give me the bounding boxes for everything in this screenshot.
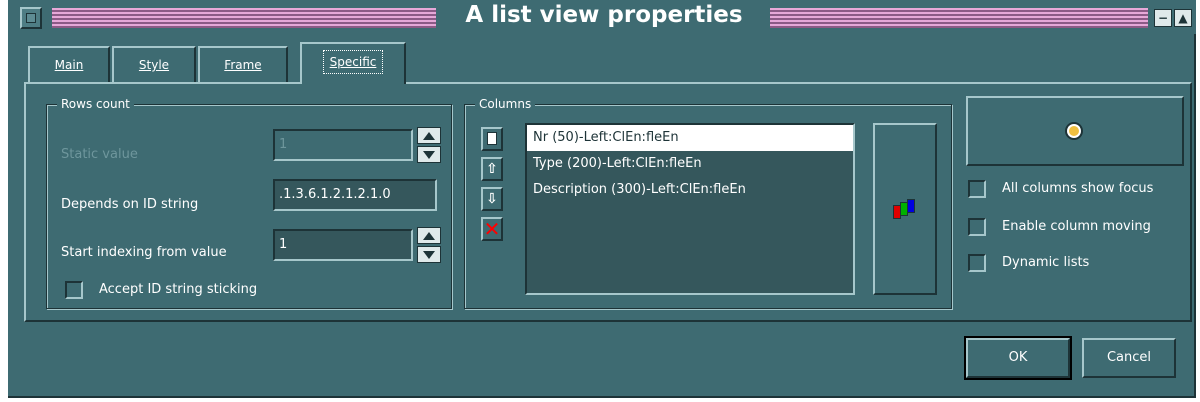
arrow-down-icon: ⇩: [486, 191, 498, 207]
enable-column-moving-label: Enable column moving: [1002, 219, 1151, 234]
tab-style-label: Style: [138, 58, 170, 72]
delete-icon: ✕: [483, 217, 501, 241]
ok-button[interactable]: OK: [964, 336, 1072, 380]
accept-sticking-checkbox[interactable]: [65, 281, 83, 299]
move-column-down-button[interactable]: ⇩: [481, 187, 503, 211]
title-stripes-right: [770, 8, 1148, 28]
new-document-icon: [487, 132, 497, 145]
enable-column-moving-checkbox[interactable]: [968, 218, 986, 236]
all-columns-focus-checkbox[interactable]: [968, 180, 986, 198]
depends-id-field[interactable]: .1.3.6.1.2.1.2.1.0: [273, 179, 437, 211]
new-column-button[interactable]: [481, 127, 503, 151]
tab-specific[interactable]: Specific: [300, 42, 406, 84]
column-settings-button[interactable]: [966, 96, 1184, 166]
specific-tab-panel: Rows count Static value 1 Depends on ID …: [24, 82, 1192, 322]
rows-count-group: Rows count Static value 1 Depends on ID …: [46, 96, 452, 309]
list-item[interactable]: Nr (50)-Left:ClEn:fleEn: [527, 125, 853, 151]
start-index-spinner[interactable]: [417, 227, 441, 263]
dynamic-lists-label: Dynamic lists: [1002, 255, 1090, 270]
spin-down-icon[interactable]: [417, 146, 441, 163]
tab-main-label: Main: [54, 58, 84, 72]
static-value-label: Static value: [61, 147, 138, 162]
all-columns-focus-label: All columns show focus: [1002, 181, 1154, 196]
minimize-button[interactable]: −: [1154, 9, 1172, 27]
window-title: A list view properties: [465, 2, 743, 28]
depends-label: Depends on ID string: [61, 197, 199, 212]
column-colors-button[interactable]: [873, 123, 937, 295]
rows-count-title: Rows count: [57, 96, 134, 112]
arrow-up-icon: ⇧: [486, 161, 498, 177]
delete-column-button[interactable]: ✕: [481, 217, 503, 241]
tab-main[interactable]: Main: [28, 46, 110, 82]
column-colors-icon: [893, 199, 917, 221]
tab-specific-label: Specific: [329, 55, 377, 69]
list-item[interactable]: Type (200)-Left:ClEn:fleEn: [527, 151, 853, 177]
spin-up-icon[interactable]: [417, 127, 441, 144]
title-bar[interactable]: A list view properties − ▲: [8, 0, 1196, 34]
tab-style[interactable]: Style: [112, 46, 196, 82]
tab-frame-label: Frame: [224, 58, 262, 72]
window-menu-icon: [26, 13, 36, 23]
accept-sticking-label: Accept ID string sticking: [99, 282, 258, 297]
static-value-field[interactable]: 1: [273, 129, 413, 161]
columns-list[interactable]: Nr (50)-Left:ClEn:fleEn Type (200)-Left:…: [525, 123, 855, 295]
spin-down-icon[interactable]: [417, 246, 441, 263]
sun-icon: [1067, 124, 1081, 138]
start-index-field[interactable]: 1: [273, 229, 413, 261]
cancel-button[interactable]: Cancel: [1082, 338, 1176, 378]
dynamic-lists-checkbox[interactable]: [968, 254, 986, 272]
spin-up-icon[interactable]: [417, 227, 441, 244]
maximize-button[interactable]: ▲: [1174, 9, 1192, 27]
list-item[interactable]: Description (300)-Left:ClEn:fleEn: [527, 177, 853, 203]
static-value-spinner[interactable]: [417, 127, 441, 163]
columns-group: Columns ⇧ ⇩ ✕ Nr (50)-Left:ClEn:fleEn Ty…: [464, 96, 952, 309]
system-menu-button[interactable]: [20, 7, 42, 29]
move-column-up-button[interactable]: ⇧: [481, 157, 503, 181]
start-index-label: Start indexing from value: [61, 245, 227, 260]
title-stripes-left: [52, 8, 436, 28]
properties-dialog: A list view properties − ▲ Main Style Fr…: [8, 0, 1196, 398]
tab-frame[interactable]: Frame: [198, 46, 288, 82]
columns-title: Columns: [475, 96, 536, 112]
